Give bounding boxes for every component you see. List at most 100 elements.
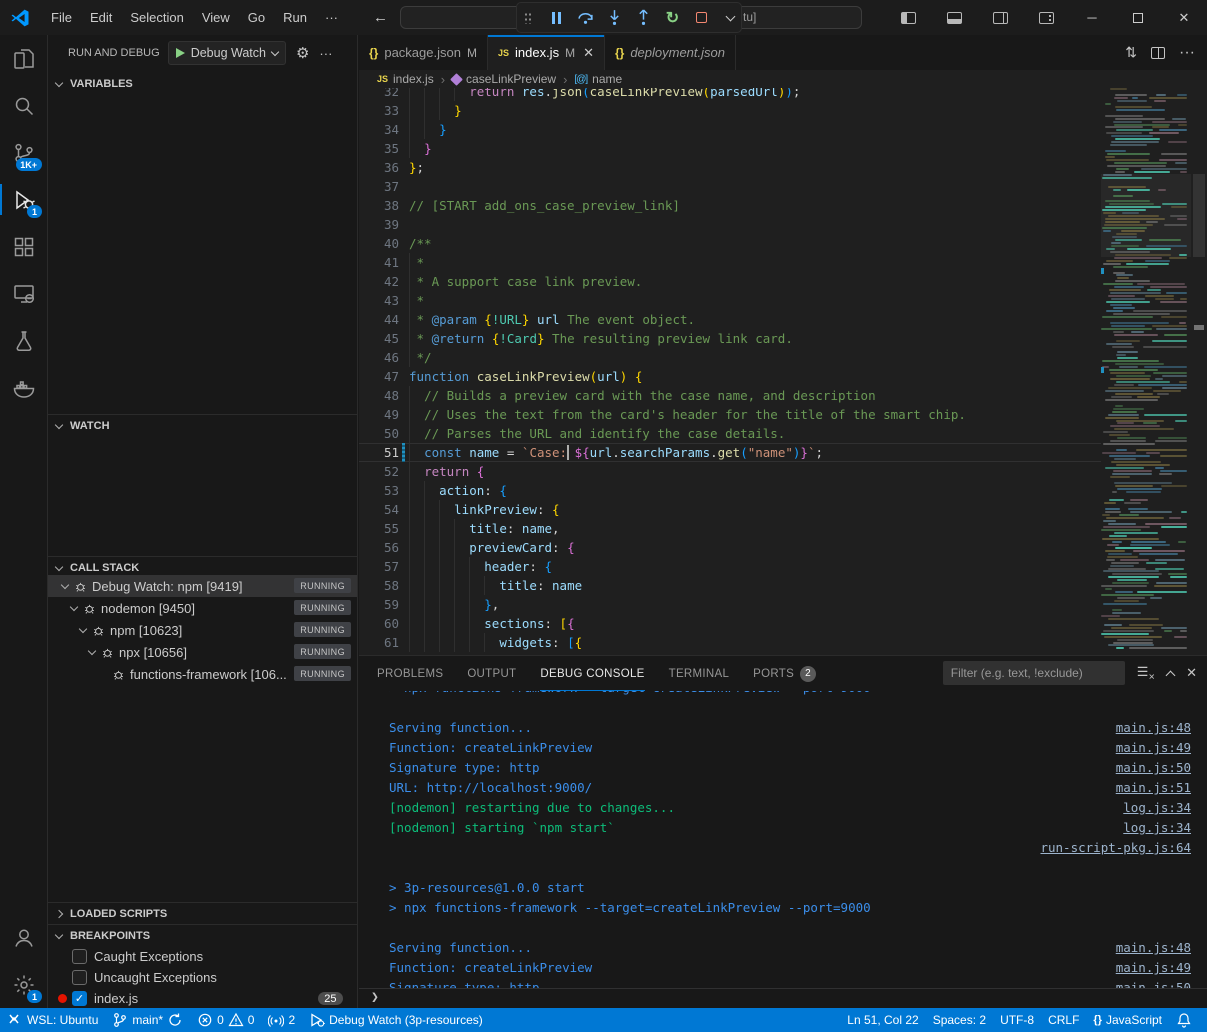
start-debug-icon[interactable] (176, 48, 185, 58)
source-link[interactable]: main.js:51 (1116, 778, 1191, 798)
call-stack-row[interactable]: npm [10623]RUNNING (48, 619, 357, 641)
layout-sidebar-left-icon[interactable] (885, 0, 931, 35)
source-link[interactable]: main.js:50 (1116, 978, 1191, 988)
expand-chevron-icon[interactable] (88, 647, 96, 655)
source-link[interactable]: main.js:49 (1116, 738, 1191, 758)
status-spaces-2[interactable]: Spaces: 2 (926, 1008, 993, 1032)
breakpoint-row[interactable]: Uncaught Exceptions (48, 967, 357, 988)
breakpoint-checkbox[interactable]: ✓ (72, 991, 87, 1006)
status-crlf[interactable]: CRLF (1041, 1008, 1086, 1032)
call-stack-row[interactable]: Debug Watch: npm [9419]RUNNING (48, 575, 357, 597)
step-into-icon[interactable] (605, 8, 625, 28)
step-over-icon[interactable] (576, 8, 596, 28)
stop-icon[interactable] (692, 8, 712, 28)
back-arrow-icon[interactable]: ← (373, 9, 388, 26)
section-watch[interactable]: WATCH (48, 414, 357, 436)
layout-sidebar-right-icon[interactable] (977, 0, 1023, 35)
expand-chevron-icon[interactable] (70, 603, 78, 611)
call-stack-row[interactable]: nodemon [9450]RUNNING (48, 597, 357, 619)
activity-item-source-control[interactable]: 1K+ (0, 129, 48, 176)
status-error[interactable]: 00 (190, 1008, 261, 1032)
step-out-icon[interactable] (634, 8, 654, 28)
maximize-icon[interactable] (1115, 0, 1161, 35)
status-remote[interactable]: WSL: Ubuntu (0, 1008, 105, 1032)
source-link[interactable]: main.js:49 (1116, 958, 1191, 978)
maximize-panel-icon[interactable] (1166, 670, 1176, 680)
close-panel-icon[interactable]: ✕ (1186, 665, 1197, 681)
activity-item-settings[interactable]: 1 (0, 961, 48, 1008)
menu-selection[interactable]: Selection (121, 6, 192, 29)
minimap[interactable] (1101, 88, 1191, 655)
editor-more-actions-icon[interactable]: ··· (1179, 44, 1195, 62)
panel-tab-problems[interactable]: PROBLEMS (377, 656, 443, 691)
minimize-icon[interactable]: ─ (1069, 0, 1115, 35)
status-utf-8[interactable]: UTF-8 (993, 1008, 1041, 1032)
section-loaded-scripts[interactable]: LOADED SCRIPTS (48, 902, 357, 924)
call-stack-row[interactable]: functions-framework [106...RUNNING (48, 663, 357, 685)
layout-customize-icon[interactable] (1023, 0, 1069, 35)
breakpoint-checkbox[interactable] (72, 970, 87, 985)
expand-chevron-icon[interactable] (79, 625, 87, 633)
status-branch[interactable]: main* (105, 1008, 190, 1032)
menu-run[interactable]: Run (274, 6, 316, 29)
status-ln-51-col-22[interactable]: Ln 51, Col 22 (840, 1008, 925, 1032)
activity-item-docker[interactable] (0, 364, 48, 411)
breakpoint-row[interactable]: ✓index.js25 (48, 988, 357, 1009)
source-link[interactable]: run-script-pkg.js:64 (1040, 838, 1191, 858)
debug-config-dropdown[interactable]: Debug Watch (168, 41, 286, 65)
panel-tab-terminal[interactable]: TERMINAL (669, 656, 730, 691)
breakpoint-row[interactable]: Caught Exceptions (48, 946, 357, 967)
close-tab-icon[interactable]: ✕ (583, 45, 594, 61)
split-editor-icon[interactable] (1151, 47, 1165, 59)
section-variables[interactable]: VARIABLES (48, 73, 357, 95)
pause-icon[interactable] (547, 8, 567, 28)
activity-item-accounts[interactable] (0, 914, 48, 961)
breadcrumb-item[interactable]: index.js (393, 72, 434, 86)
activity-item-search[interactable] (0, 82, 48, 129)
sidebar-more-actions-icon[interactable]: ··· (319, 46, 332, 61)
tab-index.js[interactable]: JSindex.jsM✕ (488, 35, 605, 70)
status-broadcast[interactable]: 2 (261, 1008, 302, 1032)
code-editor[interactable]: 32 return res.json(caseLinkPreview(parse… (359, 88, 1207, 655)
tab-package.json[interactable]: {}package.jsonM (359, 35, 488, 70)
close-window-icon[interactable]: ✕ (1161, 0, 1207, 35)
toolbar-drag-handle[interactable] (518, 8, 538, 28)
toolbar-chevron-down-icon[interactable] (721, 8, 741, 28)
expand-chevron-icon[interactable] (61, 581, 69, 589)
panel-tab-ports[interactable]: PORTS2 (753, 656, 816, 691)
menu-go[interactable]: Go (239, 6, 274, 29)
layout-panel-icon[interactable] (931, 0, 977, 35)
breakpoint-checkbox[interactable] (72, 949, 87, 964)
debug-console-output[interactable]: > npx functions-framework --target=creat… (359, 691, 1207, 988)
breadcrumb-item[interactable]: caseLinkPreview (466, 72, 556, 86)
status-debug[interactable]: Debug Watch (3p-resources) (302, 1008, 490, 1032)
source-link[interactable]: log.js:34 (1123, 798, 1191, 818)
source-link[interactable]: main.js:48 (1116, 938, 1191, 958)
restart-icon[interactable]: ↻ (663, 8, 683, 28)
panel-tab-output[interactable]: OUTPUT (467, 656, 516, 691)
filter-clear-icon[interactable]: ☰✕ (1137, 664, 1155, 682)
call-stack-row[interactable]: npx [10656]RUNNING (48, 641, 357, 663)
activity-item-testing[interactable] (0, 317, 48, 364)
tab-deployment.json[interactable]: {}deployment.json (605, 35, 736, 70)
activity-item-explorer[interactable] (0, 35, 48, 82)
panel-tab-debug-console[interactable]: DEBUG CONSOLE (540, 656, 644, 691)
menu-view[interactable]: View (193, 6, 239, 29)
menu-edit[interactable]: Edit (81, 6, 121, 29)
source-link[interactable]: log.js:34 (1123, 818, 1191, 838)
source-link[interactable]: main.js:50 (1116, 758, 1191, 778)
overview-ruler[interactable] (1191, 88, 1207, 655)
menu-file[interactable]: File (42, 6, 81, 29)
status-bell[interactable] (1169, 1008, 1199, 1032)
open-changes-icon[interactable]: ⇅ (1125, 44, 1137, 61)
activity-item-remote-explorer[interactable] (0, 270, 48, 317)
menu-moremoremore[interactable]: ··· (316, 6, 347, 29)
scrollbar-thumb[interactable] (1193, 174, 1205, 257)
source-link[interactable]: main.js:48 (1116, 718, 1191, 738)
activity-item-extensions[interactable] (0, 223, 48, 270)
section-breakpoints[interactable]: BREAKPOINTS (48, 924, 357, 946)
activity-item-run-debug[interactable]: 1 (0, 176, 48, 223)
console-filter-input[interactable] (943, 661, 1125, 685)
breadcrumb-item[interactable]: name (592, 72, 622, 86)
debug-console-input[interactable]: ❯ (359, 988, 1207, 1008)
